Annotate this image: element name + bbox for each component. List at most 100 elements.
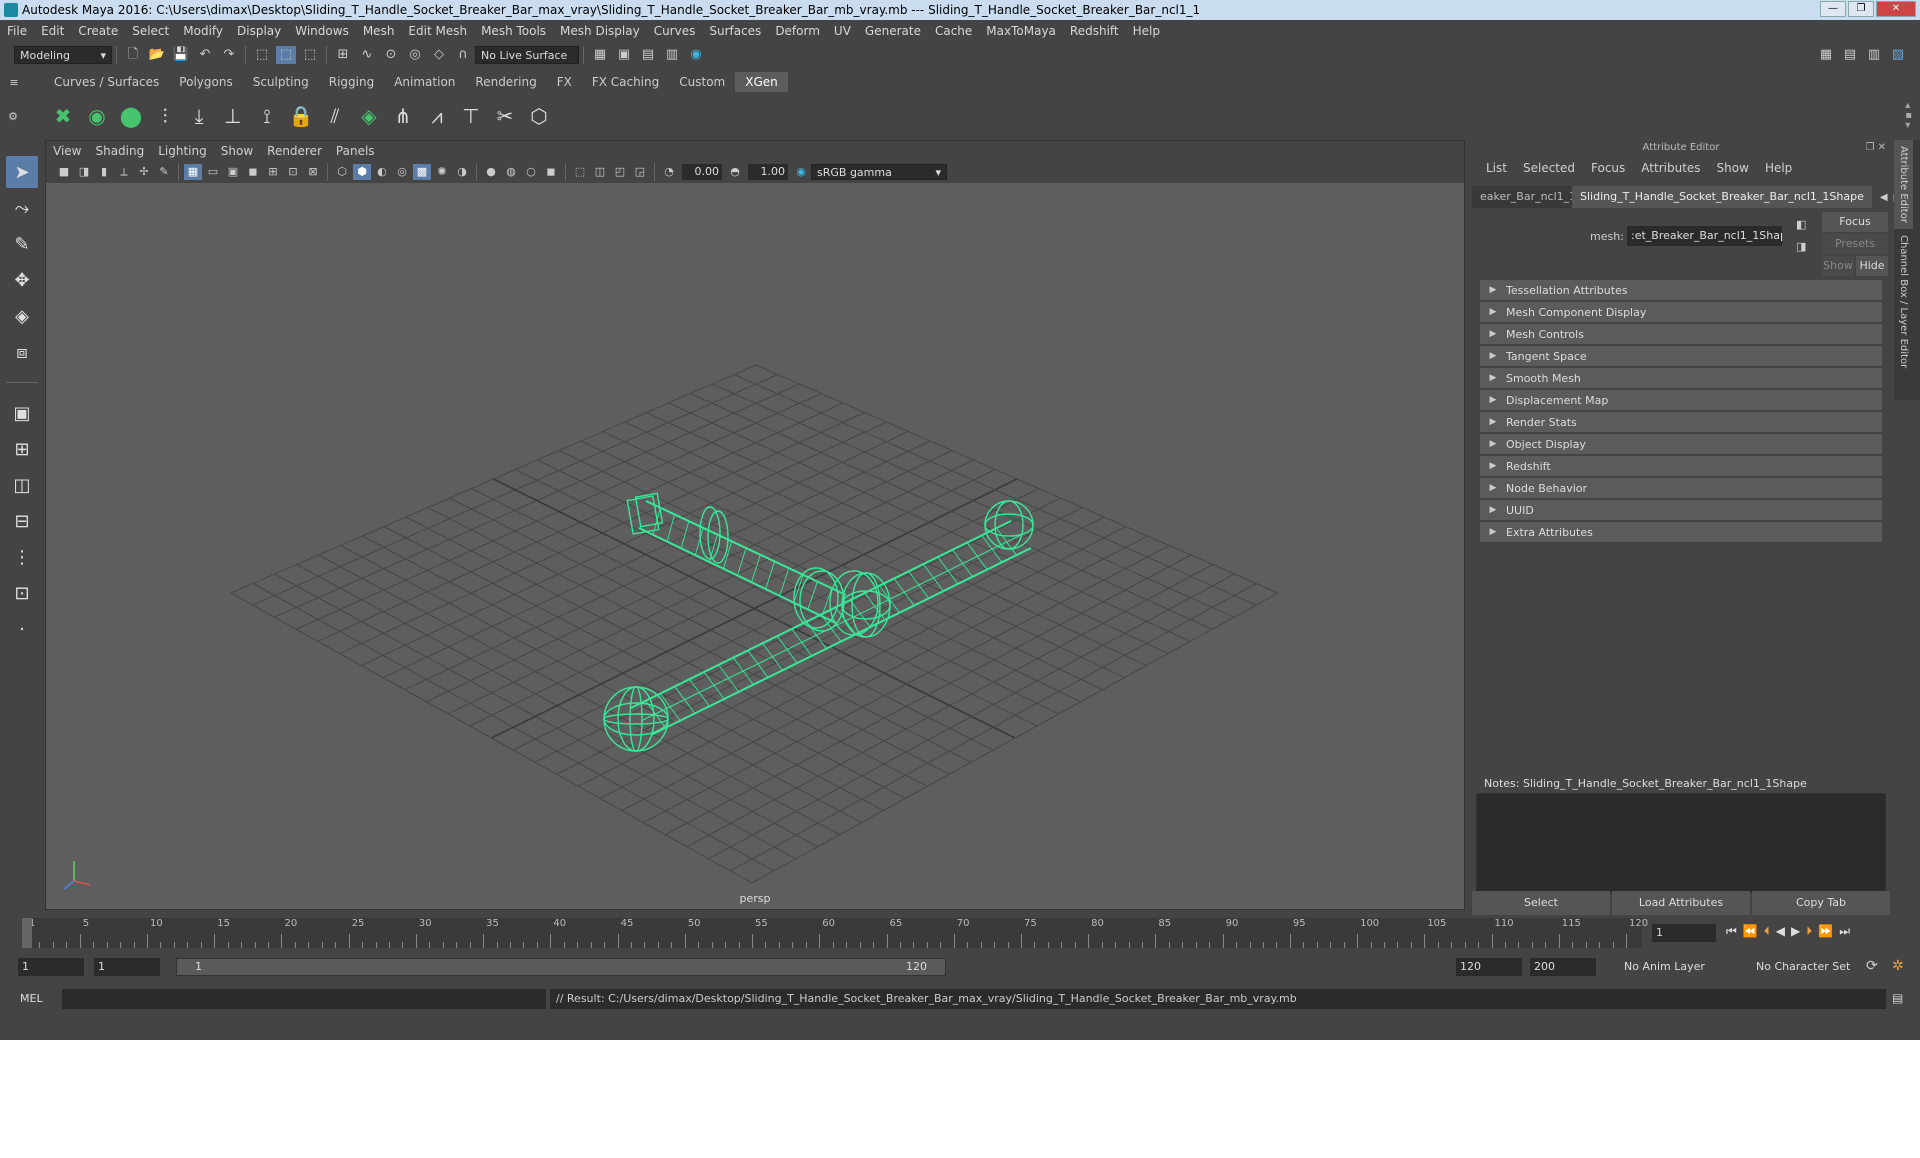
image-plane-icon[interactable]: ⟂ <box>115 164 133 180</box>
section-tangent-space[interactable]: ▶ Tangent Space <box>1480 346 1882 366</box>
camera-icon[interactable]: ■ <box>55 164 73 180</box>
menu-uv[interactable]: UV <box>827 24 858 38</box>
wireframe-icon[interactable]: ⬡ <box>333 164 351 180</box>
scale-tool-icon[interactable]: ⧈ <box>6 336 38 368</box>
section-object-display[interactable]: ▶ Object Display <box>1480 434 1882 454</box>
shelf-tab-sculpting[interactable]: Sculpting <box>243 72 319 92</box>
create-primitives-icon[interactable]: ⬤ <box>116 100 146 132</box>
play-backward-icon[interactable]: ◀ <box>1776 924 1785 939</box>
play-forward-icon[interactable]: ▶ <box>1791 924 1800 939</box>
grid-toggle-icon[interactable]: ▦ <box>184 164 202 180</box>
gate-mask-icon[interactable]: ◼ <box>244 164 262 180</box>
t-handle-wireframe[interactable] <box>603 492 1034 752</box>
current-time-marker[interactable] <box>22 918 32 948</box>
snap-point-icon[interactable]: ⊙ <box>381 46 401 64</box>
two-view-stacked-icon[interactable]: ⊟ <box>6 505 38 537</box>
section-render-stats[interactable]: ▶ Render Stats <box>1480 412 1882 432</box>
focus-button[interactable]: Focus <box>1822 212 1888 232</box>
ae-menu-show[interactable]: Show <box>1709 161 1757 175</box>
open-scene-icon[interactable]: 📂 <box>147 46 167 64</box>
modeling-toolkit-icon[interactable]: ▤ <box>1840 46 1860 64</box>
anti-aliasing-icon[interactable]: ○ <box>522 164 540 180</box>
go-to-end-icon[interactable]: ⏭ <box>1839 924 1850 939</box>
menu-mesh-tools[interactable]: Mesh Tools <box>474 24 553 38</box>
shelf-scroll-icon[interactable]: ▴ ▪ ▾ <box>1905 101 1912 131</box>
section-tessellation[interactable]: ▶ Tessellation Attributes <box>1480 280 1882 300</box>
single-view-icon[interactable]: ▣ <box>6 397 38 429</box>
playback-start-field[interactable]: 1 <box>94 958 160 976</box>
layout-toggle-icon[interactable]: ▦ <box>1816 46 1836 64</box>
shadows-icon[interactable]: ◑ <box>453 164 471 180</box>
shelf-tab-rigging[interactable]: Rigging <box>319 72 384 92</box>
shelf-settings-icon[interactable]: ⚙ <box>0 110 26 123</box>
create-description-icon[interactable]: ◉ <box>82 100 112 132</box>
viewport-panel[interactable]: View Shading Lighting Show Renderer Pane… <box>45 140 1465 910</box>
preferences-icon[interactable]: ✲ <box>1892 958 1904 974</box>
isolate-select-icon[interactable]: ⬚ <box>571 164 589 180</box>
maximize-button[interactable]: ❐ <box>1848 1 1874 17</box>
redo-icon[interactable]: ↷ <box>219 46 239 64</box>
rebuild-guides-icon[interactable]: ⋔ <box>388 100 418 132</box>
xgen-preview-icon[interactable]: ⬡ <box>524 100 554 132</box>
go-to-start-icon[interactable]: ⏮ <box>1726 924 1737 939</box>
menu-edit[interactable]: Edit <box>34 24 71 38</box>
channel-box-toggle-icon[interactable]: ▧ <box>1888 46 1908 64</box>
vp-menu-panels[interactable]: Panels <box>329 144 382 158</box>
camera-attributes-icon[interactable]: ◨ <box>75 164 93 180</box>
undo-icon[interactable]: ↶ <box>195 46 215 64</box>
animation-start-field[interactable]: 1 <box>18 958 84 976</box>
close-button[interactable]: ✕ <box>1876 1 1916 17</box>
exposure-field[interactable]: 0.00 <box>682 164 722 180</box>
sculpt-guide-icon[interactable]: ⟟ <box>252 100 282 132</box>
select-hierarchy-icon[interactable]: ⬚ <box>252 46 272 64</box>
shelf-tab-fx[interactable]: FX <box>547 72 582 92</box>
shelf-tab-animation[interactable]: Animation <box>384 72 465 92</box>
menu-mesh[interactable]: Mesh <box>356 24 402 38</box>
field-chart-icon[interactable]: ⊞ <box>264 164 282 180</box>
render-frame-icon[interactable]: ▣ <box>614 46 634 64</box>
section-extra-attributes[interactable]: ▶ Extra Attributes <box>1480 522 1882 542</box>
color-space-selector[interactable]: sRGB gamma ▾ <box>811 164 947 180</box>
xray-icon[interactable]: ◫ <box>591 164 609 180</box>
attribute-editor-toggle-icon[interactable]: ▥ <box>1864 46 1884 64</box>
xray-joints-icon[interactable]: ◰ <box>611 164 629 180</box>
default-material-icon[interactable]: ◐ <box>373 164 391 180</box>
ae-menu-focus[interactable]: Focus <box>1583 161 1633 175</box>
ae-menu-attributes[interactable]: Attributes <box>1633 161 1708 175</box>
wireframe-on-shaded-icon[interactable]: ◎ <box>393 164 411 180</box>
grooming-icon[interactable]: ⩘ <box>422 100 452 132</box>
normalize-guides-icon[interactable]: ⊤ <box>456 100 486 132</box>
use-lights-icon[interactable]: ✺ <box>433 164 451 180</box>
menu-redshift[interactable]: Redshift <box>1063 24 1126 38</box>
menu-generate[interactable]: Generate <box>858 24 928 38</box>
copy-tab-button[interactable]: Copy Tab <box>1752 891 1890 915</box>
section-node-behavior[interactable]: ▶ Node Behavior <box>1480 478 1882 498</box>
load-attributes-button[interactable]: Load Attributes <box>1612 891 1750 915</box>
render-view-icon[interactable]: ▦ <box>590 46 610 64</box>
menu-curves[interactable]: Curves <box>647 24 703 38</box>
safe-action-icon[interactable]: ⊡ <box>284 164 302 180</box>
depth-of-field-icon[interactable]: ◼ <box>542 164 560 180</box>
magnet-icon[interactable]: ∩ <box>453 46 473 64</box>
bookmark-icon[interactable]: ▮ <box>95 164 113 180</box>
save-scene-icon[interactable]: 💾 <box>171 46 191 64</box>
gamma-icon[interactable]: ◓ <box>726 164 744 180</box>
character-set-selector[interactable]: No Character Set <box>1752 958 1870 976</box>
step-back-key-icon[interactable]: ⏪ <box>1743 924 1758 939</box>
select-button[interactable]: Select <box>1472 891 1610 915</box>
animation-end-field[interactable]: 200 <box>1530 958 1596 976</box>
guide-spline-icon[interactable]: ⫽ <box>320 100 350 132</box>
snap-view-icon[interactable]: ◎ <box>405 46 425 64</box>
film-gate-icon[interactable]: ▭ <box>204 164 222 180</box>
add-guide-icon[interactable]: ⊥ <box>218 100 248 132</box>
move-tool-icon[interactable]: ✥ <box>6 264 38 296</box>
safe-title-icon[interactable]: ⊠ <box>304 164 322 180</box>
gamma-field[interactable]: 1.00 <box>748 164 788 180</box>
section-smooth-mesh[interactable]: ▶ Smooth Mesh <box>1480 368 1882 388</box>
hypershade-icon[interactable]: ◉ <box>686 46 706 64</box>
section-mesh-component-display[interactable]: ▶ Mesh Component Display <box>1480 302 1882 322</box>
lock-length-icon[interactable]: 🔒 <box>286 100 316 132</box>
place-guide-icon[interactable]: ⤓ <box>184 100 214 132</box>
node-tab-transform[interactable]: eaker_Bar_ncl1_1 <box>1472 186 1576 208</box>
ae-menu-selected[interactable]: Selected <box>1515 161 1583 175</box>
